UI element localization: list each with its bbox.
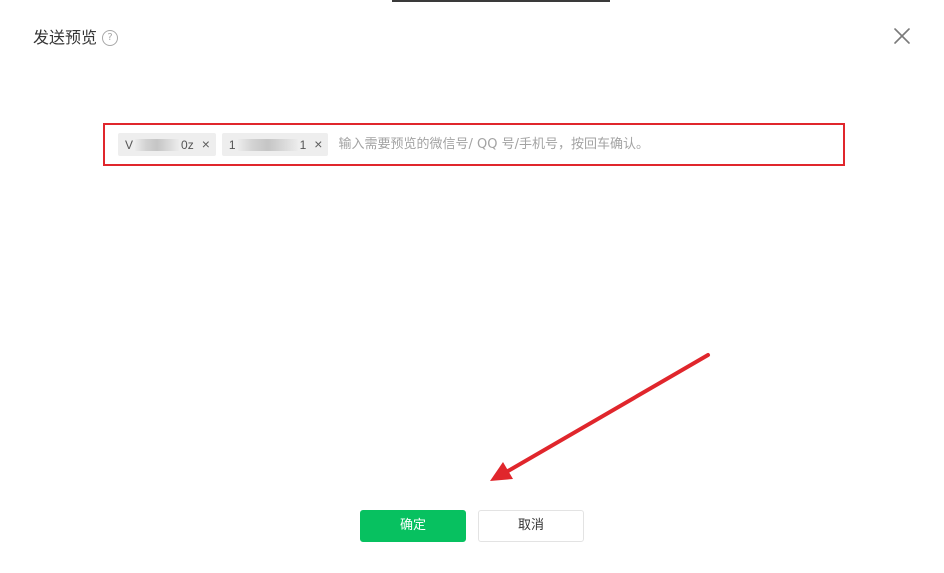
red-arrow-icon xyxy=(490,353,710,481)
recipient-input-box[interactable]: V 0z × 1 1 × xyxy=(103,123,845,166)
redacted-mask xyxy=(237,138,298,151)
cancel-button[interactable]: 取消 xyxy=(478,510,584,542)
tag-remove-icon[interactable]: × xyxy=(202,133,210,156)
redacted-mask xyxy=(135,138,180,151)
recipient-input[interactable] xyxy=(338,133,843,156)
send-preview-dialog: 发送预览 ? V 0z × 1 1 × 确定 取消 xyxy=(0,0,944,573)
help-icon[interactable]: ? xyxy=(102,30,119,46)
recipient-tag-prefix: V xyxy=(125,137,134,152)
dialog-title: 发送预览 xyxy=(33,28,98,47)
tag-remove-icon[interactable]: × xyxy=(314,133,322,156)
recipient-tag: V 0z × xyxy=(118,133,216,156)
recipient-tag-suffix: 1 xyxy=(299,137,307,152)
recipient-tag-suffix: 0z xyxy=(181,137,194,152)
confirm-button[interactable]: 确定 xyxy=(360,510,466,542)
dialog-header: 发送预览 ? xyxy=(33,26,119,50)
recipient-tag: 1 1 × xyxy=(221,133,329,156)
close-icon[interactable] xyxy=(890,24,914,48)
background-strip xyxy=(392,0,610,2)
recipient-tag-prefix: 1 xyxy=(228,137,236,152)
